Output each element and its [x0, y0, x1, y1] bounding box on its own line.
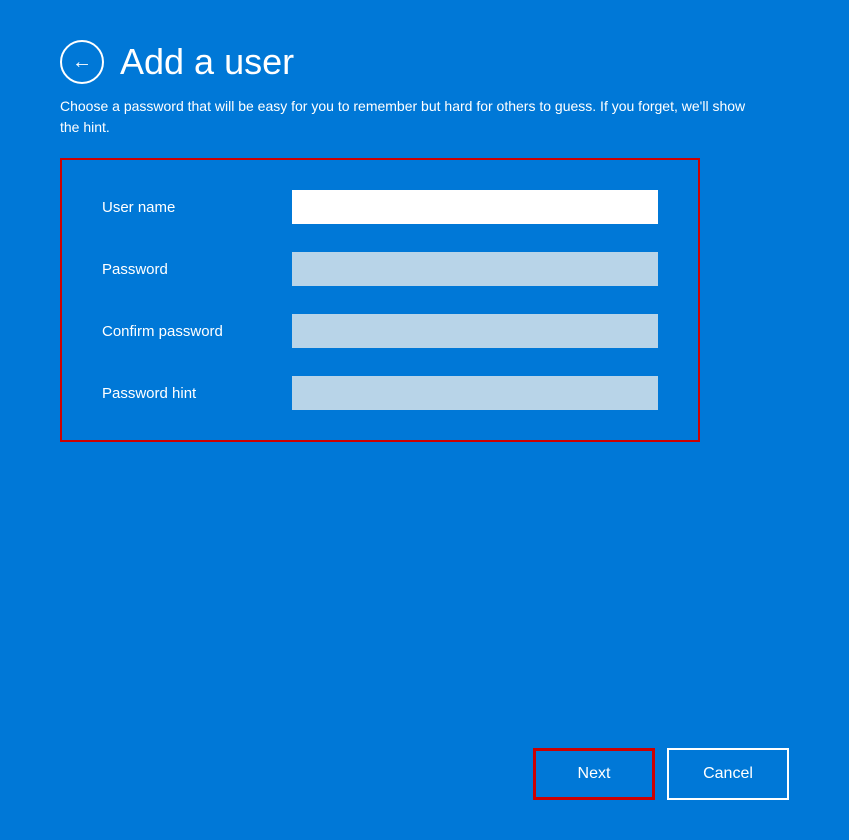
- password-hint-label: Password hint: [102, 385, 292, 402]
- username-row: User name: [102, 190, 658, 224]
- back-arrow-icon: ←: [72, 52, 92, 72]
- username-label: User name: [102, 199, 292, 216]
- bottom-buttons: Next Cancel: [533, 748, 789, 800]
- back-button[interactable]: ←: [60, 40, 104, 84]
- password-hint-row: Password hint: [102, 376, 658, 410]
- next-button[interactable]: Next: [533, 748, 655, 800]
- username-input[interactable]: [292, 190, 658, 224]
- password-hint-input[interactable]: [292, 376, 658, 410]
- page-container: ← Add a user Choose a password that will…: [0, 0, 849, 840]
- form-box: User name Password Confirm password Pass…: [60, 158, 700, 442]
- subtitle-text: Choose a password that will be easy for …: [60, 96, 760, 138]
- confirm-password-row: Confirm password: [102, 314, 658, 348]
- confirm-password-label: Confirm password: [102, 323, 292, 340]
- confirm-password-input[interactable]: [292, 314, 658, 348]
- page-title: Add a user: [120, 41, 294, 83]
- header: ← Add a user: [60, 40, 789, 84]
- password-input[interactable]: [292, 252, 658, 286]
- password-row: Password: [102, 252, 658, 286]
- cancel-button[interactable]: Cancel: [667, 748, 789, 800]
- password-label: Password: [102, 261, 292, 278]
